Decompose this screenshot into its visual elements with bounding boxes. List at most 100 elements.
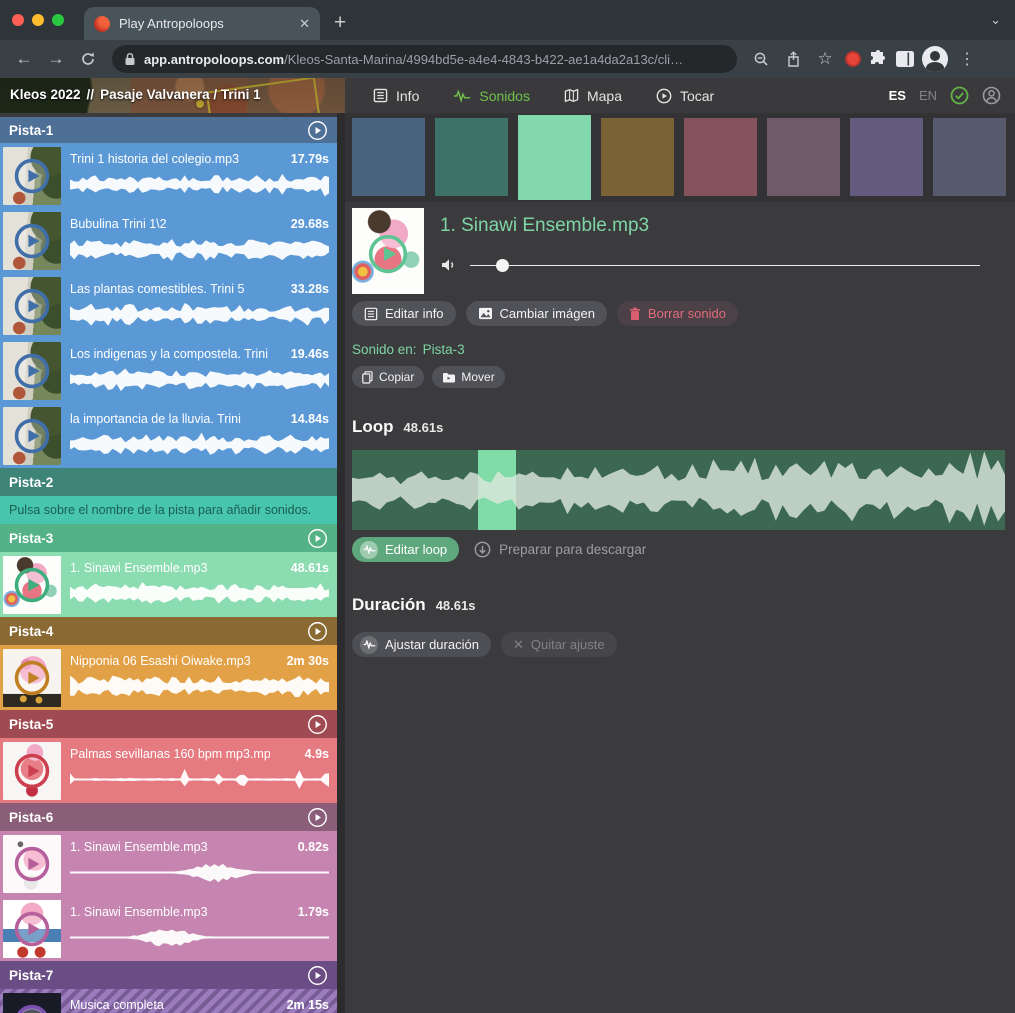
reload-button[interactable]	[74, 45, 102, 73]
track-color-swatch-selected[interactable]	[518, 115, 591, 200]
forward-button[interactable]: →	[42, 45, 70, 73]
sound-item[interactable]: la importancia de la lluvia. Trini14.84s	[0, 403, 337, 468]
play-overlay-icon[interactable]	[14, 418, 50, 454]
address-bar[interactable]: app.antropoloops.com/Kleos-Santa-Marina/…	[112, 45, 737, 73]
sound-item[interactable]: Palmas sevillanas 160 bpm mp3.mp34.9s	[0, 738, 337, 803]
volume-slider[interactable]	[470, 259, 980, 272]
track-play-button[interactable]	[307, 120, 328, 141]
edit-loop-icon	[360, 541, 378, 559]
close-window-button[interactable]	[12, 14, 24, 26]
lang-es-button[interactable]: ES	[889, 88, 906, 103]
adjust-duration-button[interactable]: Ajustar duración	[352, 632, 491, 657]
sound-item[interactable]: Los indigenas y la compostela. Trini19.4…	[0, 338, 337, 403]
maximize-window-button[interactable]	[52, 14, 64, 26]
play-overlay-icon[interactable]	[14, 288, 50, 324]
play-overlay-icon[interactable]	[14, 911, 50, 947]
track-color-swatch[interactable]	[767, 118, 840, 196]
track-play-button[interactable]	[307, 621, 328, 642]
new-tab-button[interactable]: +	[334, 10, 346, 36]
sound-thumbnail[interactable]	[3, 900, 61, 958]
browser-menu-button[interactable]: ⋮	[955, 49, 979, 69]
tab-mapa[interactable]: Mapa	[564, 88, 622, 104]
sound-thumbnail[interactable]	[3, 212, 61, 270]
play-overlay-icon[interactable]	[14, 158, 50, 194]
remove-adjust-button[interactable]: ✕ Quitar ajuste	[501, 632, 617, 657]
tab-info[interactable]: Info	[373, 88, 419, 104]
prepare-download-button[interactable]: Preparar para descargar	[474, 541, 646, 558]
track-header-pista-5[interactable]: Pista-5	[0, 710, 337, 738]
track-color-swatch[interactable]	[684, 118, 757, 196]
track-link[interactable]: Pista-3	[423, 342, 465, 357]
track-color-swatch[interactable]	[850, 118, 923, 196]
sound-thumbnail[interactable]	[3, 993, 61, 1013]
extensions-puzzle-icon[interactable]	[868, 49, 888, 69]
sidepanel-icon[interactable]	[895, 50, 915, 68]
breadcrumb[interactable]: Kleos 2022//Pasaje Valvanera / Trini 1	[0, 78, 345, 113]
edit-info-button[interactable]: Editar info	[352, 301, 456, 326]
sound-thumbnail[interactable]	[3, 742, 61, 800]
sound-item[interactable]: Las plantas comestibles. Trini 533.28s	[0, 273, 337, 338]
zoom-out-button[interactable]	[747, 45, 775, 73]
sound-thumbnail[interactable]	[3, 342, 61, 400]
track-play-button[interactable]	[307, 714, 328, 735]
favicon-icon	[94, 16, 110, 32]
sound-item[interactable]: Bubulina Trini 1\229.68s	[0, 208, 337, 273]
track-color-swatch[interactable]	[435, 118, 508, 196]
back-button[interactable]: ←	[10, 45, 38, 73]
sound-thumbnail[interactable]	[352, 208, 424, 294]
sound-thumbnail[interactable]	[3, 835, 61, 893]
profile-avatar[interactable]	[922, 46, 948, 72]
sound-item[interactable]: 1. Sinawi Ensemble.mp30.82s	[0, 831, 337, 896]
track-header-pista-1[interactable]: Pista-1	[0, 117, 337, 143]
track-color-swatch[interactable]	[933, 118, 1006, 196]
tab-sonidos[interactable]: Sonidos	[453, 88, 530, 104]
track-color-swatch[interactable]	[601, 118, 674, 196]
track-header-pista-4[interactable]: Pista-4	[0, 617, 337, 645]
lang-en-button[interactable]: EN	[919, 88, 937, 103]
play-overlay-icon[interactable]	[368, 234, 408, 274]
sound-thumbnail[interactable]	[3, 277, 61, 335]
sidebar-scrollbar[interactable]	[337, 113, 345, 1013]
track-header-pista-2[interactable]: Pista-2	[0, 468, 337, 496]
track-play-button[interactable]	[307, 807, 328, 828]
track-header-pista-6[interactable]: Pista-6	[0, 803, 337, 831]
account-icon[interactable]	[982, 86, 1001, 105]
sound-item[interactable]: 1. Sinawi Ensemble.mp348.61s	[0, 552, 337, 617]
tab-search-chevron-icon[interactable]: ⌄	[990, 12, 1001, 28]
copy-button[interactable]: Copiar	[352, 366, 424, 388]
play-overlay-icon[interactable]	[14, 567, 50, 603]
tab-close-icon[interactable]: ✕	[299, 16, 310, 32]
sound-thumbnail[interactable]	[3, 649, 61, 707]
minimize-window-button[interactable]	[32, 14, 44, 26]
volume-slider-knob[interactable]	[496, 259, 509, 272]
share-button[interactable]	[779, 45, 807, 73]
tab-tocar[interactable]: Tocar	[656, 88, 714, 104]
track-header-pista-3[interactable]: Pista-3	[0, 524, 337, 552]
delete-sound-button[interactable]: Borrar sonido	[617, 301, 738, 326]
play-overlay-icon[interactable]	[14, 1004, 50, 1013]
sound-item[interactable]: Trini 1 historia del colegio.mp317.79s	[0, 143, 337, 208]
loop-waveform[interactable]	[352, 450, 1005, 530]
sound-item[interactable]: 1. Sinawi Ensemble.mp31.79s	[0, 896, 337, 961]
bookmark-button[interactable]: ☆	[811, 45, 839, 73]
play-overlay-icon[interactable]	[14, 753, 50, 789]
track-header-pista-7[interactable]: Pista-7	[0, 961, 337, 989]
track-color-swatch[interactable]	[352, 118, 425, 196]
change-image-button[interactable]: Cambiar imágen	[466, 301, 607, 326]
sound-thumbnail[interactable]	[3, 556, 61, 614]
browser-tab[interactable]: Play Antropoloops ✕	[84, 7, 320, 40]
track-play-button[interactable]	[307, 965, 328, 986]
duration-value: 48.61s	[436, 598, 476, 613]
play-overlay-icon[interactable]	[14, 660, 50, 696]
recording-extension-icon[interactable]	[845, 51, 861, 67]
play-overlay-icon[interactable]	[14, 846, 50, 882]
sound-thumbnail[interactable]	[3, 147, 61, 205]
move-button[interactable]: Mover	[432, 366, 504, 388]
track-play-button[interactable]	[307, 528, 328, 549]
sound-thumbnail[interactable]	[3, 407, 61, 465]
sound-item[interactable]: Musica completa2m 15s	[0, 989, 337, 1013]
play-overlay-icon[interactable]	[14, 353, 50, 389]
sound-item[interactable]: Nipponia 06 Esashi Oiwake.mp32m 30s	[0, 645, 337, 710]
edit-loop-button[interactable]: Editar loop	[352, 537, 459, 562]
play-overlay-icon[interactable]	[14, 223, 50, 259]
